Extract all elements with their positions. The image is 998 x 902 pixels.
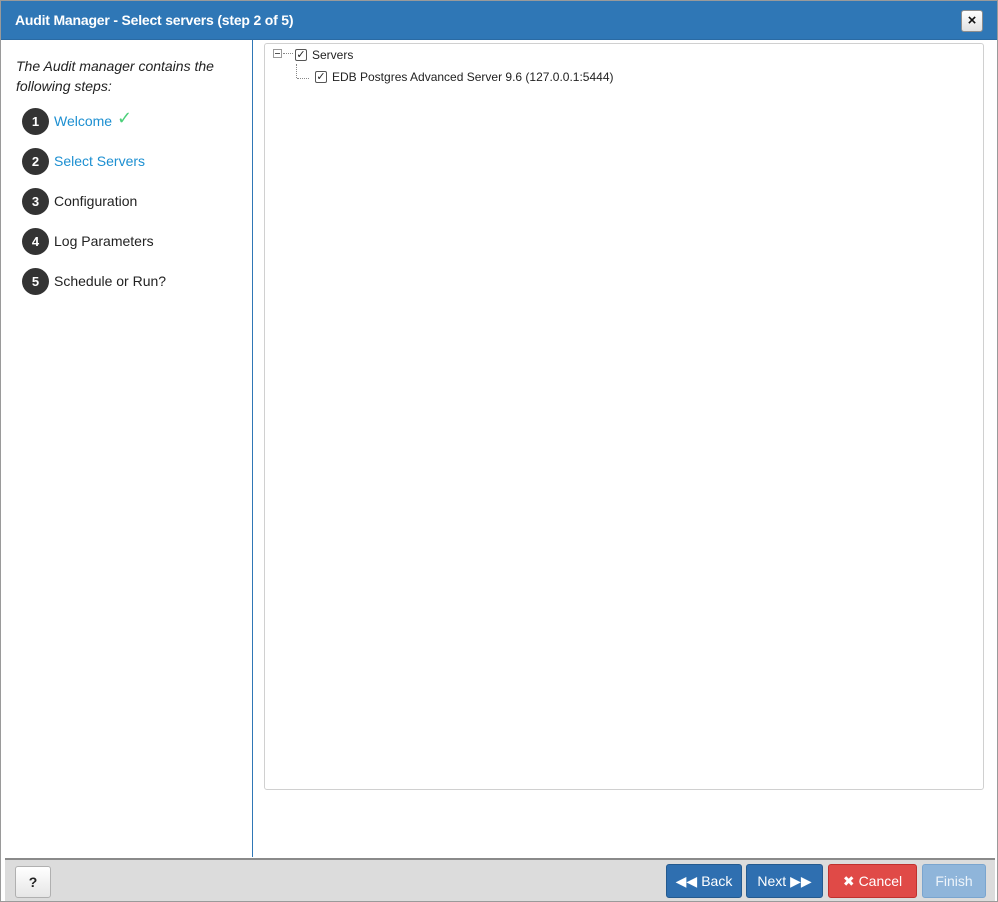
collapse-icon[interactable] (273, 49, 282, 58)
step-number: 2 (22, 148, 49, 175)
tree-connector (296, 64, 297, 78)
steps-intro: The Audit manager contains the following… (16, 58, 214, 94)
tree-root-label[interactable]: Servers (312, 48, 353, 62)
step-select-servers: 2 Select Servers (22, 148, 247, 176)
help-button[interactable]: ? (15, 866, 51, 898)
back-button[interactable]: ◀◀ Back (666, 864, 742, 898)
tree-server-label[interactable]: EDB Postgres Advanced Server 9.6 (127.0.… (332, 70, 614, 84)
next-label: Next (757, 873, 787, 889)
servers-checkbox[interactable]: ✓ (295, 49, 307, 61)
step-label: Select Servers (54, 153, 146, 169)
tree-connector (283, 53, 293, 54)
double-right-arrow-icon: ▶▶ (790, 873, 812, 889)
step-label: Log Parameters (54, 233, 154, 249)
step-configuration: 3 Configuration (22, 188, 247, 216)
dialog-title: Audit Manager - Select servers (step 2 o… (15, 12, 294, 28)
step-label: Welcome (54, 113, 113, 129)
back-label: Back (701, 873, 733, 889)
double-left-arrow-icon: ◀◀ (675, 873, 698, 889)
step-schedule-or-run: 5 Schedule or Run? (22, 268, 247, 296)
server-tree-panel: ✓ Servers ✓ EDB Postgres Advanced Server… (264, 43, 984, 790)
step-number: 4 (22, 228, 49, 255)
step-number: 1 (22, 108, 49, 135)
next-button[interactable]: Next ▶▶ (746, 864, 823, 898)
close-button[interactable]: × (961, 10, 983, 32)
title-bar: Audit Manager - Select servers (step 2 o… (1, 1, 997, 40)
step-number: 5 (22, 268, 49, 295)
server-checkbox[interactable]: ✓ (315, 71, 327, 83)
cancel-button[interactable]: ✖ Cancel (828, 864, 917, 898)
step-number: 3 (22, 188, 49, 215)
check-icon: ✓ (117, 108, 133, 128)
audit-manager-dialog: Audit Manager - Select servers (step 2 o… (0, 0, 998, 902)
dialog-footer: ? ◀◀ Back Next ▶▶ ✖ Cancel Finish (5, 858, 995, 901)
finish-button[interactable]: Finish (922, 864, 986, 898)
close-x-icon: ✖ (842, 873, 855, 889)
steps-sidebar: The Audit manager contains the following… (5, 40, 253, 857)
step-log-parameters: 4 Log Parameters (22, 228, 247, 256)
step-label: Configuration (54, 193, 138, 209)
tree-connector (297, 78, 309, 79)
step-label: Schedule or Run? (54, 273, 167, 289)
cancel-label: Cancel (858, 873, 903, 889)
step-welcome: 1 Welcome ✓ (22, 108, 247, 136)
